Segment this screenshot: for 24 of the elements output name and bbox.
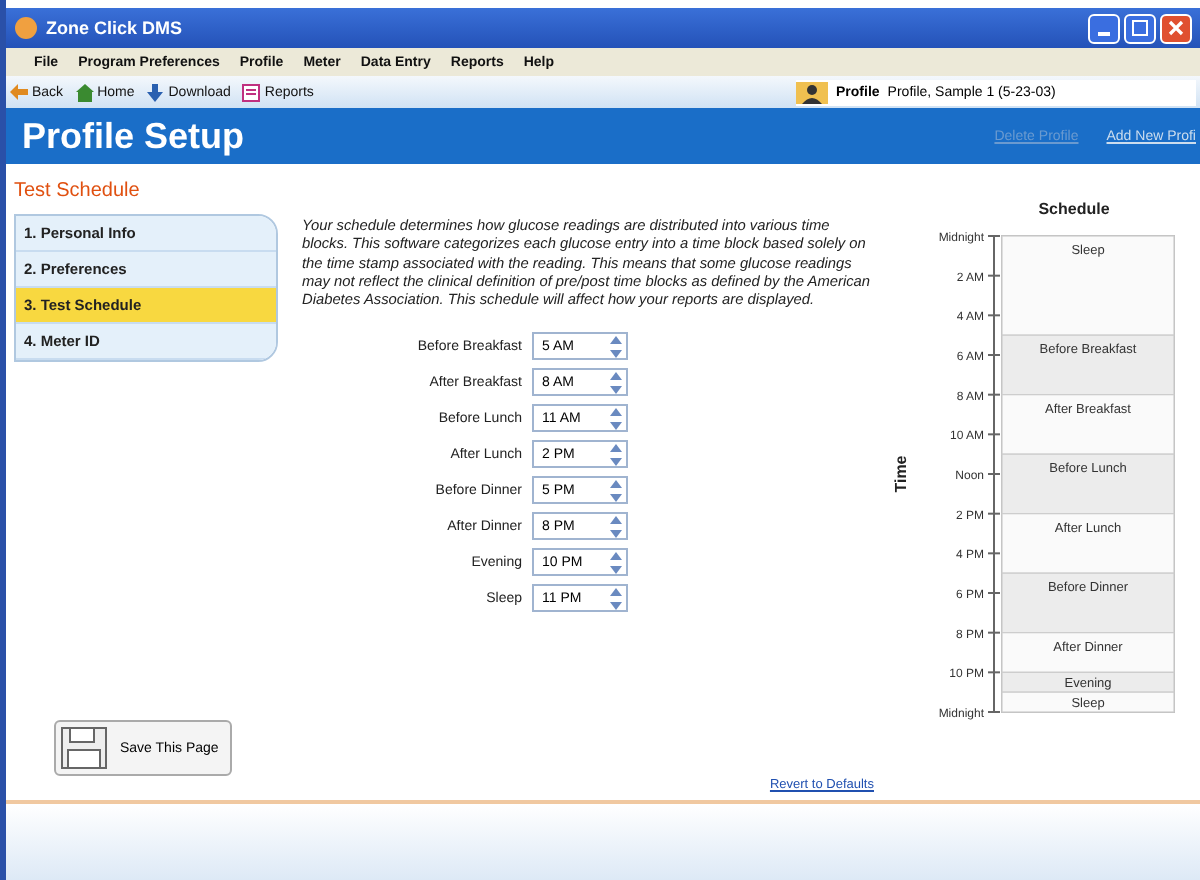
maximize-icon: [1132, 20, 1148, 36]
download-icon: [146, 83, 165, 101]
axis-label: Time: [892, 455, 910, 493]
page-title: Profile Setup: [22, 115, 245, 157]
spinner-arrows-icon: [610, 515, 622, 538]
minimize-button[interactable]: [1088, 13, 1120, 43]
close-button[interactable]: [1160, 13, 1192, 43]
person-icon: [796, 81, 828, 103]
report-icon: [242, 83, 261, 101]
spinner-arrows-icon: [610, 479, 622, 502]
window-title: Zone Click DMS: [46, 18, 183, 38]
maximize-button[interactable]: [1124, 13, 1156, 43]
spinner-arrows-icon: [610, 371, 622, 394]
spinner-arrows-icon: [610, 551, 622, 574]
house-icon: [75, 83, 94, 101]
app-icon: [14, 16, 38, 40]
section-title: Test Schedule: [14, 180, 142, 202]
spinner-arrows-icon: [610, 587, 622, 610]
chart-title: Schedule: [1038, 200, 1110, 218]
close-icon: [1168, 20, 1184, 36]
arrow-icon: [10, 84, 28, 100]
spinner-arrows-icon: [610, 407, 622, 430]
spinner-arrows-icon: [610, 443, 622, 466]
spinner-arrows-icon: [610, 335, 622, 358]
